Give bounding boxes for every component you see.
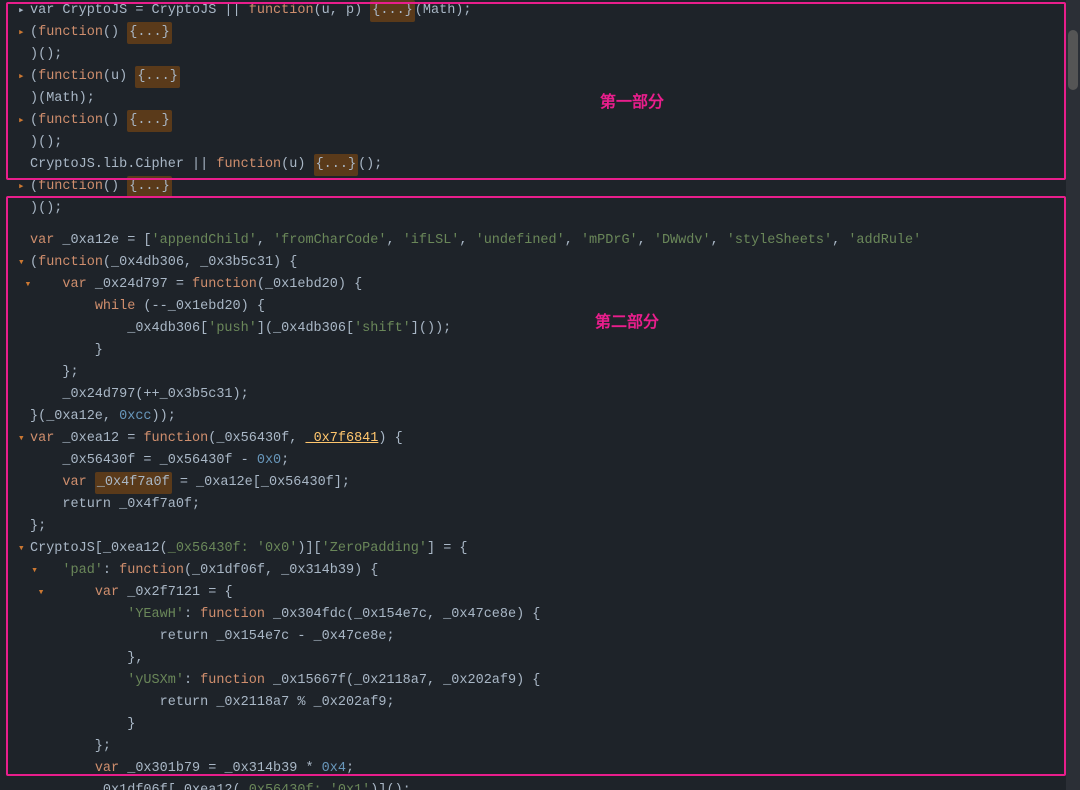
- code-line-s2-1: var _0xa12e = ['appendChild', 'fromCharC…: [18, 230, 1080, 252]
- code-line-9: )();: [18, 198, 1080, 220]
- code-line-s2-15: ▾ CryptoJS[_0xea12(_0x56430f: '0x0')]['Z…: [18, 538, 1080, 560]
- code-line-s2-7: };: [18, 362, 1080, 384]
- code-line-blank: [18, 220, 1080, 230]
- code-line-3: ▸ (function(u) {...}: [18, 66, 1080, 88]
- code-line-8: ▸ (function() {...}: [18, 176, 1080, 198]
- section1-label: 第一部分: [600, 88, 664, 112]
- code-line-2: )();: [18, 44, 1080, 66]
- code-line-4: )(Math);: [18, 88, 1080, 110]
- code-line-s2-11: _0x56430f = _0x56430f - 0x0;: [18, 450, 1080, 472]
- code-line-s2-5: _0x4db306['push'](_0x4db306['shift']());: [18, 318, 1080, 340]
- code-line-s2-2: ▾ (function(_0x4db306, _0x3b5c31) {: [18, 252, 1080, 274]
- code-line-s2-13: return _0x4f7a0f;: [18, 494, 1080, 516]
- section2-label: 第二部分: [595, 308, 659, 332]
- code-line-s2-24: };: [18, 736, 1080, 758]
- code-line-s2-20: },: [18, 648, 1080, 670]
- scrollbar-thumb[interactable]: [1068, 30, 1078, 90]
- code-line-5: ▸ (function() {...}: [18, 110, 1080, 132]
- code-lines: ▸ var CryptoJS = CryptoJS || function(u,…: [0, 0, 1080, 790]
- code-line-s2-9: }(_0xa12e, 0xcc));: [18, 406, 1080, 428]
- code-line-s2-26: _0x1df06f[_0xea12(_0x56430f: '0x1')]();: [18, 780, 1080, 790]
- code-line-s2-6: }: [18, 340, 1080, 362]
- code-line-s2-17: ▾ var _0x2f7121 = {: [18, 582, 1080, 604]
- code-line-0: ▸ var CryptoJS = CryptoJS || function(u,…: [18, 0, 1080, 22]
- code-line-s2-25: var _0x301b79 = _0x314b39 * 0x4;: [18, 758, 1080, 780]
- code-line-s2-12: var _0x4f7a0f = _0xa12e[_0x56430f];: [18, 472, 1080, 494]
- code-line-s2-19: return _0x154e7c - _0x47ce8e;: [18, 626, 1080, 648]
- code-line-s2-3: ▾ var _0x24d797 = function(_0x1ebd20) {: [18, 274, 1080, 296]
- code-line-7: CryptoJS.lib.Cipher || function(u) {...}…: [18, 154, 1080, 176]
- code-line-s2-23: }: [18, 714, 1080, 736]
- scrollbar[interactable]: [1066, 0, 1080, 790]
- code-line-s2-21: 'yUSXm': function _0x15667f(_0x2118a7, _…: [18, 670, 1080, 692]
- code-line-s2-16: ▾ 'pad': function(_0x1df06f, _0x314b39) …: [18, 560, 1080, 582]
- code-line-1: ▸ (function() {...}: [18, 22, 1080, 44]
- code-line-s2-8: _0x24d797(++_0x3b5c31);: [18, 384, 1080, 406]
- code-line-s2-10: ▾ var _0xea12 = function(_0x56430f, _0x7…: [18, 428, 1080, 450]
- code-line-s2-4: while (--_0x1ebd20) {: [18, 296, 1080, 318]
- code-editor: 第一部分 第二部分 ▸ var CryptoJS = CryptoJS || f…: [0, 0, 1080, 790]
- code-line-s2-14: };: [18, 516, 1080, 538]
- code-line-s2-22: return _0x2118a7 % _0x202af9;: [18, 692, 1080, 714]
- code-line-6: )();: [18, 132, 1080, 154]
- code-line-s2-18: 'YEawH': function _0x304fdc(_0x154e7c, _…: [18, 604, 1080, 626]
